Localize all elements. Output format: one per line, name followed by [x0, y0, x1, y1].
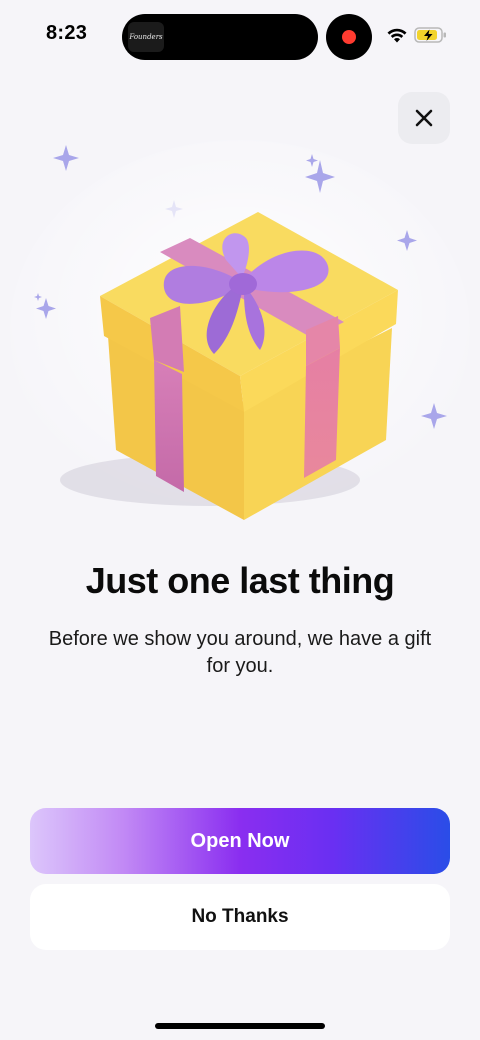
dynamic-island[interactable]: Founders [122, 14, 318, 60]
no-thanks-button[interactable]: No Thanks [30, 884, 450, 950]
close-icon [415, 109, 433, 127]
page-subtitle: Before we show you around, we have a gif… [48, 628, 432, 677]
status-time: 8:23 [46, 22, 88, 44]
gift-box-illustration [10, 140, 470, 520]
battery-charging-icon [414, 27, 446, 43]
island-app-thumbnail: Founders [128, 22, 164, 52]
wifi-icon [387, 28, 407, 43]
record-icon [342, 30, 356, 44]
screen-recording-indicator[interactable] [326, 14, 372, 60]
open-now-button[interactable]: Open Now [30, 808, 450, 874]
home-indicator[interactable] [155, 1023, 325, 1029]
close-button[interactable] [398, 92, 450, 144]
page-title: Just one last thing [85, 560, 395, 601]
status-bar: 8:23 Founders [0, 0, 480, 72]
